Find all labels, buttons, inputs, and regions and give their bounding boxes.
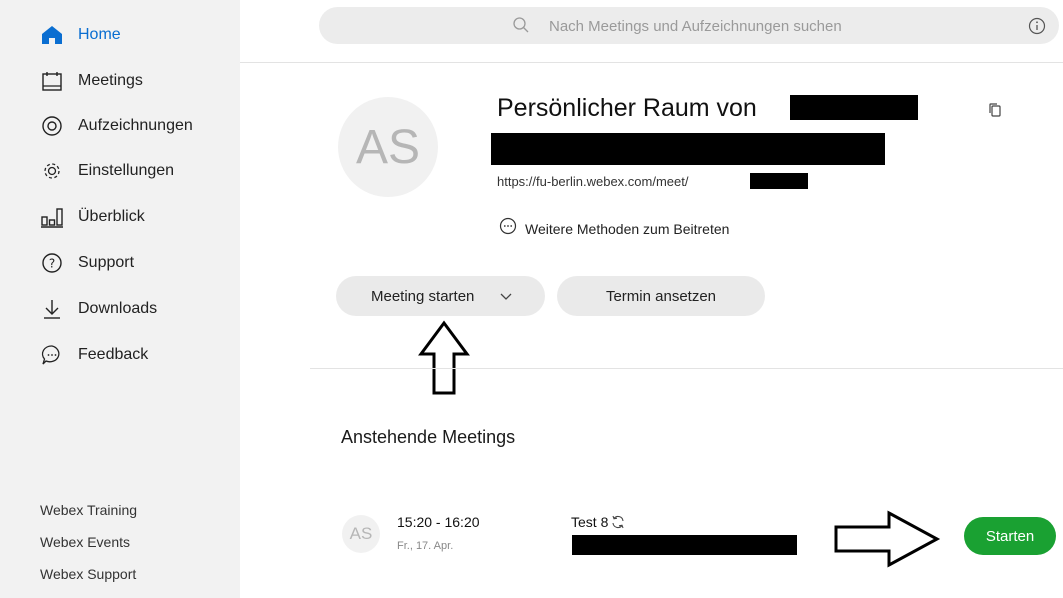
- sidebar-item-feedback[interactable]: Feedback: [40, 342, 148, 368]
- footer-link-webex-support[interactable]: Webex Support: [40, 566, 136, 582]
- search-icon: [512, 16, 530, 39]
- analytics-icon: [40, 205, 64, 229]
- svg-text:?: ?: [49, 257, 55, 271]
- sidebar-item-aufzeichnungen[interactable]: Aufzeichnungen: [40, 113, 193, 139]
- home-icon: [40, 23, 64, 47]
- download-icon: [40, 297, 64, 321]
- sidebar-item-support[interactable]: ? Support: [40, 250, 134, 276]
- sidebar-item-label: Support: [78, 254, 135, 271]
- redaction-bar: [572, 535, 797, 555]
- more-options-icon: [499, 217, 517, 240]
- info-icon[interactable]: [1028, 17, 1046, 40]
- redaction-bar: [491, 133, 885, 165]
- upcoming-meetings-title: Anstehende Meetings: [341, 427, 516, 447]
- meeting-title: Test 8: [571, 514, 609, 530]
- recurring-icon: [611, 515, 625, 529]
- help-icon: ?: [40, 251, 64, 275]
- arrow-up-icon: [418, 320, 470, 401]
- schedule-meeting-button[interactable]: Termin ansetzen: [557, 276, 765, 316]
- chat-icon: [40, 343, 64, 367]
- sidebar-item-label: Home: [78, 26, 121, 43]
- copy-icon[interactable]: [988, 102, 1002, 123]
- start-meeting-label: Meeting starten: [371, 287, 475, 305]
- sidebar: Home Meetings Aufzeichnungen Einstellung…: [0, 0, 240, 598]
- room-title: Persönlicher Raum von: [497, 94, 757, 122]
- redaction-bar: [790, 95, 918, 120]
- start-button[interactable]: Starten: [964, 517, 1056, 555]
- more-join-label: Weitere Methoden zum Beitreten: [525, 220, 730, 237]
- sidebar-item-downloads[interactable]: Downloads: [40, 296, 157, 322]
- sidebar-item-home[interactable]: Home: [40, 22, 121, 48]
- chevron-down-icon[interactable]: [500, 288, 512, 305]
- sidebar-item-label: Downloads: [78, 300, 158, 317]
- start-meeting-button[interactable]: Meeting starten: [336, 276, 545, 316]
- sidebar-item-label: Meetings: [78, 72, 143, 89]
- avatar: AS: [338, 97, 438, 197]
- redaction-bar: [750, 173, 808, 189]
- calendar-icon: [40, 69, 64, 93]
- sidebar-item-ueberblick[interactable]: Überblick: [40, 204, 145, 230]
- footer-link-webex-training[interactable]: Webex Training: [40, 502, 137, 518]
- meeting-date: Fr., 17. Apr.: [397, 540, 454, 552]
- sidebar-item-label: Einstellungen: [78, 162, 175, 179]
- gear-icon: [40, 159, 64, 183]
- meeting-title-row[interactable]: Test 8: [571, 514, 625, 530]
- avatar: AS: [342, 515, 380, 553]
- sidebar-item-label: Aufzeichnungen: [78, 117, 193, 134]
- webex-page: Home Meetings Aufzeichnungen Einstellung…: [0, 0, 1063, 598]
- section-divider: [310, 368, 1063, 369]
- footer-link-webex-events[interactable]: Webex Events: [40, 534, 130, 550]
- more-join-methods[interactable]: Weitere Methoden zum Beitreten: [499, 217, 729, 240]
- arrow-right-icon: [833, 510, 941, 573]
- room-url[interactable]: https://fu-berlin.webex.com/meet/: [497, 174, 688, 189]
- search-bar: [319, 7, 1059, 44]
- sidebar-item-einstellungen[interactable]: Einstellungen: [40, 158, 174, 184]
- sidebar-item-label: Überblick: [78, 208, 145, 225]
- meeting-time: 15:20 - 16:20: [397, 514, 480, 530]
- schedule-label: Termin ansetzen: [605, 287, 717, 305]
- record-icon: [40, 114, 64, 138]
- header-divider: [240, 62, 1063, 63]
- sidebar-item-meetings[interactable]: Meetings: [40, 68, 143, 94]
- search-input[interactable]: [547, 13, 991, 39]
- sidebar-item-label: Feedback: [78, 346, 149, 363]
